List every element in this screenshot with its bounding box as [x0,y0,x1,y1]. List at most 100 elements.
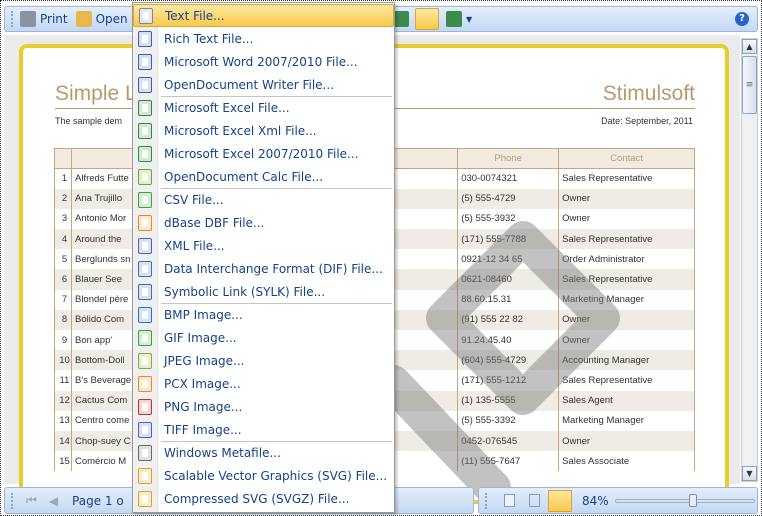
single-page-view-icon[interactable] [393,11,409,27]
menu-item[interactable]: BMP Image... [133,303,394,326]
print-button[interactable]: Print [20,11,68,27]
menu-item-label: PNG Image... [164,399,243,414]
table-cell: 12 [54,390,72,411]
table-cell: 030-0074321 [457,168,560,189]
continuous-view-button[interactable] [415,8,439,30]
table-cell: 3 [54,208,72,230]
menu-item-label: TIFF Image... [164,422,242,437]
menu-item[interactable]: Rich Text File... [133,27,394,50]
menu-item[interactable]: Microsoft Excel Xml File... [133,119,394,142]
table-cell: (5) 555-3932 [457,208,560,230]
table-cell: Sales Representative [558,229,695,250]
table-cell: Marketing Manager [558,410,695,431]
menu-item[interactable]: Microsoft Excel 2007/2010 File... [133,142,394,165]
previous-page-icon[interactable]: ◀ [49,494,58,508]
table-cell: Sales Representative [558,168,695,189]
menu-item[interactable]: Windows Metafile... [133,441,394,464]
file-type-icon [138,444,152,461]
zoom-slider[interactable] [614,493,755,507]
menu-item[interactable]: Text File... [133,4,394,27]
table-cell: (5) 555-4729 [457,188,560,209]
file-type-icon [138,306,152,323]
table-cell: 4 [54,229,72,250]
zoom-grip[interactable] [485,492,488,509]
menu-item[interactable]: OpenDocument Writer File... [133,73,394,96]
menu-item-label: Scalable Vector Graphics (SVG) File... [164,468,388,483]
menu-item[interactable]: TIFF Image... [133,418,394,441]
table-cell: 11 [54,370,72,391]
scroll-up-button[interactable]: ▲ [742,39,757,54]
menu-item[interactable]: GIF Image... [133,326,394,349]
table-cell: (91) 555 22 82 [457,309,560,330]
file-type-icon [138,398,152,415]
zoom-slider-thumb[interactable] [688,493,697,507]
menu-item[interactable]: JPEG Image... [133,349,394,372]
toolbar-grip[interactable] [11,11,14,27]
menu-item-label: Microsoft Excel File... [164,100,290,115]
help-icon[interactable]: ? [735,12,749,26]
menu-item[interactable]: Data Interchange Format (DIF) File... [133,257,394,280]
table-cell: 0452-076545 [457,430,560,452]
single-page-icon[interactable] [504,494,515,507]
menu-item-label: dBase DBF File... [164,215,265,230]
table-cell: (604) 555-4729 [457,350,560,371]
menu-item[interactable]: Compressed SVG (SVGZ) File... [133,487,394,510]
file-type-icon [138,99,152,116]
table-cell: 6 [54,269,72,290]
scroll-down-button[interactable]: ▼ [742,466,757,481]
file-type-icon [139,7,153,24]
table-cell: Marketing Manager [558,289,695,310]
menu-item-label: PCX Image... [164,376,241,391]
menu-item[interactable]: Symbolic Link (SYLK) File... [133,280,394,303]
menu-item-label: Data Interchange Format (DIF) File... [164,261,383,276]
report-date: Date: September, 2011 [601,116,693,126]
file-type-icon [138,237,152,254]
menu-item-label: GIF Image... [164,330,237,345]
menu-item[interactable]: dBase DBF File... [133,211,394,234]
table-cell: 15 [54,451,72,472]
zoom-bar: 84% [478,487,758,514]
multi-page-button[interactable] [548,489,572,512]
column-header: Contact [558,148,695,169]
file-type-icon [138,168,152,185]
table-cell: Owner [558,309,695,330]
file-type-icon [138,76,152,93]
menu-item-label: BMP Image... [164,307,243,322]
file-type-icon [138,191,152,208]
menu-item-label: Microsoft Excel Xml File... [164,123,317,138]
menu-item-label: Text File... [165,8,225,23]
file-type-icon [138,283,152,300]
menu-item[interactable]: CSV File... [133,188,394,211]
menu-item[interactable]: OpenDocument Calc File... [133,165,394,188]
column-header: Phone [457,148,560,169]
table-cell: 91.24.45.40 [457,330,560,351]
table-cell: Owner [558,330,695,351]
menu-item-label: CSV File... [164,192,224,207]
file-type-icon [138,53,152,70]
nav-grip[interactable] [11,492,14,509]
view-dropdown-icon[interactable]: ▼ [466,15,472,24]
two-page-icon[interactable] [529,494,540,507]
menu-item[interactable]: PCX Image... [133,372,394,395]
file-type-icon [138,30,152,47]
table-cell: 5 [54,249,72,270]
table-cell: 88.60.15.31 [457,289,560,310]
multi-page-view-icon[interactable] [446,11,462,27]
menu-item[interactable]: PNG Image... [133,395,394,418]
menu-item-label: Windows Metafile... [164,445,281,460]
table-cell: (171) 555-7788 [457,229,560,250]
table-cell: (11) 555-7647 [457,451,560,472]
table-cell: Sales Associate [558,451,695,472]
scroll-thumb[interactable]: ≡ [742,56,757,114]
table-cell: 7 [54,289,72,310]
menu-item-label: Compressed SVG (SVGZ) File... [164,491,350,506]
menu-item[interactable]: XML File... [133,234,394,257]
vertical-scrollbar[interactable]: ▲ ≡ ▼ [741,38,758,482]
first-page-icon[interactable]: ⏮ [26,493,37,508]
open-button[interactable]: Open [75,11,128,27]
file-type-icon [138,352,152,369]
file-type-icon [138,260,152,277]
menu-item[interactable]: Microsoft Excel File... [133,96,394,119]
menu-item[interactable]: Microsoft Word 2007/2010 File... [133,50,394,73]
menu-item[interactable]: Scalable Vector Graphics (SVG) File... [133,464,394,487]
